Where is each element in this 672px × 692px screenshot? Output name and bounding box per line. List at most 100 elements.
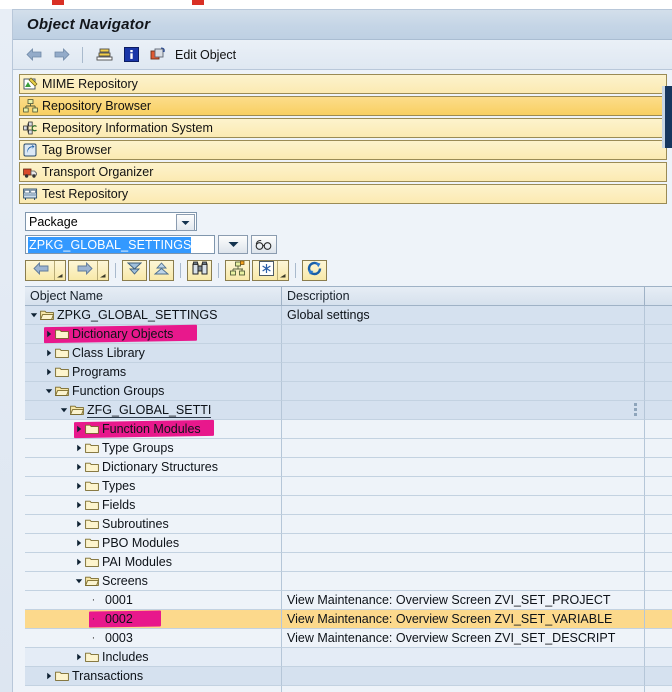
object-type-select[interactable]: Package: [25, 212, 197, 231]
object-list-button[interactable]: [225, 260, 250, 281]
tree-row[interactable]: PAI Modules: [25, 553, 672, 572]
tree-row[interactable]: Type Groups: [25, 439, 672, 458]
tree-twisty-right[interactable]: [73, 558, 84, 566]
tree-cell-object-name[interactable]: Fields: [25, 496, 282, 515]
tree-cell-object-name[interactable]: Type Groups: [25, 439, 282, 458]
tree-row[interactable]: Function Modules: [25, 419, 672, 439]
tree-twisty-right[interactable]: [73, 539, 84, 547]
column-header-description[interactable]: Description: [282, 287, 645, 306]
tree-cell-description[interactable]: [282, 439, 645, 458]
back-button[interactable]: [25, 260, 66, 281]
tree-row[interactable]: Programs: [25, 363, 672, 382]
search-help-glasses-icon[interactable]: [251, 235, 277, 254]
tree-twisty-right[interactable]: [73, 501, 84, 509]
tree-row[interactable]: ZPKG_GLOBAL_SETTINGS Global settings: [25, 306, 672, 325]
tree-cell-object-name[interactable]: Function Modules: [25, 419, 282, 439]
tree-cell-object-name[interactable]: Types: [25, 477, 282, 496]
tree-cell-object-name[interactable]: PAI Modules: [25, 553, 282, 572]
tree-cell-description[interactable]: [282, 477, 645, 496]
tree-twisty-right[interactable]: [73, 463, 84, 471]
tree-cell-object-name[interactable]: Dictionary Objects: [25, 324, 282, 344]
nav-item-tag-browser[interactable]: Tag Browser: [19, 140, 667, 160]
tree-cell-object-name[interactable]: Screens: [25, 572, 282, 591]
tree-cell-description[interactable]: [282, 420, 645, 439]
tree-cell-object-name[interactable]: · 0003: [25, 629, 282, 648]
tree-cell-object-name[interactable]: Dictionary Structures: [25, 458, 282, 477]
tree-row[interactable]: Screens: [25, 572, 672, 591]
tree-twisty-right[interactable]: [73, 444, 84, 452]
collapse-all-button[interactable]: [149, 260, 174, 281]
refresh-button[interactable]: [302, 260, 327, 281]
tree-twisty-down[interactable]: [43, 387, 54, 395]
forward-button[interactable]: [68, 260, 109, 281]
tree-cell-description[interactable]: [282, 515, 645, 534]
tree-cell-description[interactable]: Global settings: [282, 306, 645, 325]
display-object-icon[interactable]: [93, 44, 115, 66]
column-resize-grip[interactable]: [634, 403, 638, 416]
tree-cell-object-name[interactable]: Includes: [25, 648, 282, 667]
nav-item-repository-browser[interactable]: Repository Browser: [19, 96, 667, 116]
tree-cell-description[interactable]: [282, 382, 645, 401]
tree-row[interactable]: Dictionary Objects: [25, 324, 672, 344]
tree-row[interactable]: · 0001 View Maintenance: Overview Screen Z…: [25, 591, 672, 610]
expand-all-button[interactable]: [122, 260, 147, 281]
tree-cell-description[interactable]: View Maintenance: Overview Screen ZVI_SE…: [282, 610, 645, 629]
tree-row[interactable]: Function Groups: [25, 382, 672, 401]
tree-twisty-right[interactable]: [43, 349, 54, 357]
tree-cell-description[interactable]: View Maintenance: Overview Screen ZVI_SE…: [282, 629, 645, 648]
tree-twisty-down[interactable]: [58, 406, 69, 414]
column-header-object-name[interactable]: Object Name: [25, 287, 282, 306]
tree-twisty-right[interactable]: [73, 520, 84, 528]
forward-button-dropdown[interactable]: [97, 261, 108, 280]
tree-cell-object-name[interactable]: Programs: [25, 363, 282, 382]
tree-cell-object-name[interactable]: Subroutines: [25, 515, 282, 534]
tree-cell-description[interactable]: [282, 344, 645, 363]
tree-cell-description[interactable]: [282, 648, 645, 667]
tree-cell-object-name[interactable]: ZFG_GLOBAL_SETTI: [25, 401, 282, 420]
tree-cell-description[interactable]: [282, 667, 645, 686]
nav-item-mime-repository[interactable]: MIME Repository: [19, 74, 667, 94]
object-name-dropdown-button[interactable]: [218, 235, 248, 254]
edit-object-icon[interactable]: [147, 44, 169, 66]
edit-object-label[interactable]: Edit Object: [175, 48, 236, 62]
tree-cell-description[interactable]: [282, 572, 645, 591]
information-icon[interactable]: [120, 44, 142, 66]
nav-item-repository-information-system[interactable]: Repository Information System: [19, 118, 667, 138]
tree-row[interactable]: Dictionary Structures: [25, 458, 672, 477]
tree-twisty-right[interactable]: [43, 330, 54, 338]
column-header-extra[interactable]: [645, 287, 672, 306]
back-button-dropdown[interactable]: [54, 261, 65, 280]
tree-cell-description[interactable]: [282, 325, 645, 344]
tree-cell-description[interactable]: [282, 553, 645, 572]
tree-row[interactable]: Fields: [25, 496, 672, 515]
find-button[interactable]: [187, 260, 212, 281]
tree-cell-description[interactable]: View Maintenance: Overview Screen ZVI_SE…: [282, 591, 645, 610]
tree-cell-object-name[interactable]: · 0002: [25, 610, 282, 629]
tree-row[interactable]: Transactions: [25, 667, 672, 686]
other-object-button[interactable]: [252, 260, 289, 281]
tree-row[interactable]: ZFG_GLOBAL_SETTI: [25, 401, 672, 420]
tree-row[interactable]: Subroutines: [25, 515, 672, 534]
object-name-input[interactable]: ZPKG_GLOBAL_SETTINGS: [25, 235, 215, 254]
tree-cell-object-name[interactable]: · 0001: [25, 591, 282, 610]
tree-cell-description[interactable]: [282, 496, 645, 515]
other-object-dropdown[interactable]: [277, 261, 288, 280]
tree-row[interactable]: Includes: [25, 648, 672, 667]
tree-cell-object-name[interactable]: Class Library: [25, 344, 282, 363]
tree-cell-object-name[interactable]: Transactions: [25, 667, 282, 686]
tree-twisty-right[interactable]: [73, 653, 84, 661]
tree-twisty-down[interactable]: [28, 311, 39, 319]
tree-twisty-right[interactable]: [73, 425, 84, 433]
nav-item-test-repository[interactable]: Test Repository: [19, 184, 667, 204]
tree-row[interactable]: · 0003 View Maintenance: Overview Screen Z…: [25, 629, 672, 648]
tree-cell-description[interactable]: [282, 458, 645, 477]
tree-row[interactable]: PBO Modules: [25, 534, 672, 553]
forward-arrow-icon[interactable]: [50, 44, 72, 66]
nav-item-transport-organizer[interactable]: Transport Organizer: [19, 162, 667, 182]
back-arrow-icon[interactable]: [23, 44, 45, 66]
tree-row[interactable]: · 0002 View Maintenance: Overview Screen Z…: [25, 610, 672, 629]
tree-cell-description[interactable]: [282, 534, 645, 553]
chevron-down-icon[interactable]: [176, 214, 195, 231]
tree-row[interactable]: Class Library: [25, 344, 672, 363]
tree-cell-object-name[interactable]: Function Groups: [25, 382, 282, 401]
